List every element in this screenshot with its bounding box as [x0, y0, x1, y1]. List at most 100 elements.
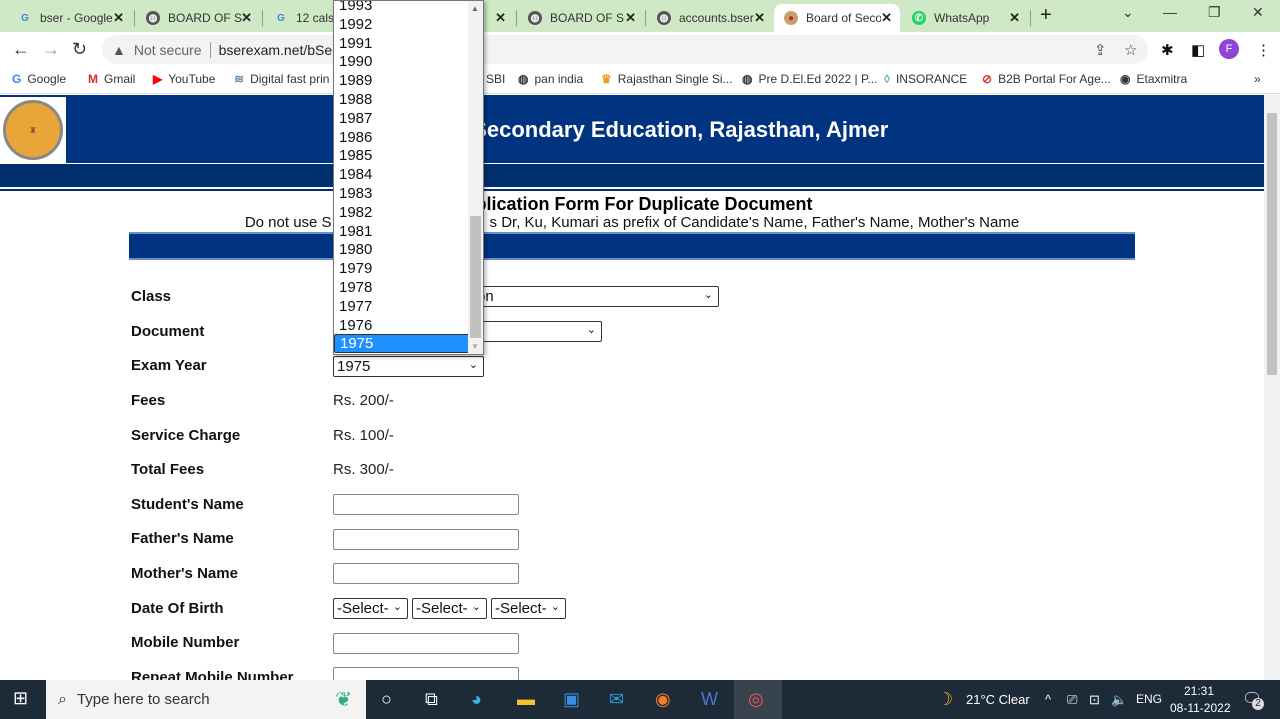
tab-board-of-se-1[interactable]: ◍ BOARD OF SE ✕ — [136, 4, 260, 32]
student-name-input[interactable] — [333, 494, 519, 515]
dob-year-select[interactable]: -Select- ⌄ — [491, 598, 566, 619]
close-tab-icon[interactable]: ✕ — [1009, 10, 1020, 26]
file-explorer-icon[interactable]: ▬ — [517, 689, 535, 710]
year-option-1986[interactable]: 1986 — [334, 128, 470, 147]
forward-icon[interactable]: → — [42, 39, 60, 60]
menu-icon[interactable]: ⋮ — [1256, 41, 1271, 59]
bookmark-youtube[interactable]: ▶ YouTube — [153, 72, 215, 86]
year-option-1993[interactable]: 1993 — [334, 1, 470, 15]
mother-name-input[interactable] — [333, 563, 519, 584]
profile-avatar[interactable]: F — [1219, 39, 1239, 59]
tab-board-of-se-2[interactable]: ◍ BOARD OF SE ✕ — [518, 4, 644, 32]
year-option-1985[interactable]: 1985 — [334, 146, 470, 165]
close-tab-icon[interactable]: ✕ — [881, 10, 892, 26]
year-option-1976[interactable]: 1976 — [334, 316, 470, 335]
close-tab-icon[interactable]: ✕ — [113, 10, 124, 26]
chevron-down-icon: ⌄ — [586, 324, 596, 336]
year-option-1979[interactable]: 1979 — [334, 259, 470, 278]
fees-label: Fees — [131, 392, 166, 409]
weather-icon: ☽ — [937, 689, 954, 709]
volume-icon[interactable]: 🔈 — [1111, 692, 1127, 708]
bookmark-pan-india[interactable]: ◍ pan india — [518, 72, 583, 86]
tab-board-of-secondary-active[interactable]: ● Board of Seco ✕ — [774, 4, 900, 32]
restore-button[interactable]: ❐ — [1208, 4, 1221, 21]
meet-icon[interactable]: ⎚ — [1067, 692, 1077, 708]
close-window-button[interactable]: ✕ — [1252, 4, 1264, 21]
year-option-1978[interactable]: 1978 — [334, 278, 470, 297]
close-tab-icon[interactable]: ✕ — [625, 10, 636, 26]
dropdown-scrollbar-thumb[interactable] — [470, 216, 481, 338]
total-fees-value: Rs. 300/- — [333, 461, 394, 478]
reload-icon[interactable]: ↻ — [72, 39, 87, 60]
tab-search-button[interactable]: ⌄ — [1122, 4, 1134, 21]
mail-icon[interactable]: ✉ — [609, 689, 624, 710]
year-option-1975[interactable]: 1975 — [334, 334, 470, 354]
dob-day-select[interactable]: -Select- ⌄ — [333, 598, 408, 619]
bookmark-pre-deled[interactable]: ◍ Pre D.El.Ed 2022 | P... — [742, 72, 877, 86]
word-icon[interactable]: W — [701, 689, 718, 710]
network-icon[interactable]: ⊡ — [1089, 692, 1100, 708]
taskbar-search[interactable]: ⌕ Type here to search ❦ — [46, 680, 366, 719]
dob-month-select[interactable]: -Select- ⌄ — [412, 598, 487, 619]
year-option-1989[interactable]: 1989 — [334, 71, 470, 90]
bookmark-b2b-portal[interactable]: ⊘ B2B Portal For Age... — [982, 72, 1111, 86]
b2b-icon: ⊘ — [982, 72, 993, 86]
exam-year-select[interactable]: 1975 ⌄ — [333, 356, 484, 377]
tab-accounts-bser[interactable]: ◍ accounts.bser ✕ — [647, 4, 773, 32]
address-bar[interactable]: ▲ Not secure bserexam.net/bSeRM — [102, 35, 1148, 64]
scroll-up-icon[interactable]: ▲ — [471, 4, 479, 13]
close-tab-icon[interactable]: ✕ — [754, 10, 765, 26]
year-option-1982[interactable]: 1982 — [334, 203, 470, 222]
tray-chevron-icon[interactable]: ^ — [1045, 692, 1051, 707]
cortana-icon[interactable]: ○ — [381, 689, 392, 710]
bookmark-star-icon[interactable]: ☆ — [1124, 41, 1137, 59]
scrollbar-thumb[interactable] — [1267, 113, 1277, 375]
year-option-1977[interactable]: 1977 — [334, 297, 470, 316]
minimize-button[interactable]: — — [1163, 4, 1177, 20]
task-view-icon[interactable]: ⧉ — [425, 689, 438, 710]
more-bookmarks-button[interactable]: » — [1254, 72, 1261, 86]
dropdown-scrollbar[interactable]: ▲ ▼ — [468, 1, 483, 354]
weather-text[interactable]: 21°C Clear — [966, 692, 1030, 707]
service-charge-label: Service Charge — [131, 427, 241, 444]
edge-icon[interactable]: ◕ — [471, 689, 482, 710]
globe-icon: ◍ — [528, 11, 542, 25]
year-option-1980[interactable]: 1980 — [334, 240, 470, 259]
extensions-icon[interactable]: ✱ — [1161, 41, 1174, 59]
bookmark-insorance[interactable]: ◊ INSORANCE — [884, 72, 967, 86]
year-option-1990[interactable]: 1990 — [334, 52, 470, 71]
year-option-1988[interactable]: 1988 — [334, 90, 470, 109]
year-option-1981[interactable]: 1981 — [334, 222, 470, 241]
year-option-1984[interactable]: 1984 — [334, 165, 470, 184]
page-scrollbar[interactable] — [1264, 95, 1280, 680]
bookmark-google[interactable]: G Google — [12, 72, 66, 86]
exam-year-dropdown-list[interactable]: 1993 1992 1991 1990 1989 1988 1987 1986 1985 1984… — [333, 0, 484, 355]
close-tab-icon[interactable]: ✕ — [241, 10, 252, 26]
windows-start-icon[interactable]: ⊞ — [13, 688, 28, 709]
back-icon[interactable]: ← — [12, 39, 30, 60]
repeat-mobile-input[interactable] — [333, 667, 519, 680]
store-icon[interactable]: ▣ — [563, 689, 580, 710]
bookmark-digital-fast[interactable]: ≋ Digital fast prin — [234, 72, 329, 86]
father-name-input[interactable] — [333, 529, 519, 550]
mobile-input[interactable] — [333, 633, 519, 654]
clock-time[interactable]: 21:31 — [1184, 684, 1214, 698]
firefox-icon[interactable]: ◉ — [655, 689, 671, 710]
bookmark-sbi[interactable]: SBI — [486, 72, 505, 86]
tab-whatsapp[interactable]: ✆ WhatsApp ✕ — [902, 4, 1028, 32]
share-icon[interactable]: ⇪ — [1094, 41, 1107, 59]
bookmark-rajasthan-single[interactable]: ♛ Rajasthan Single Si... — [601, 72, 733, 86]
new-tab-button[interactable]: + — [1040, 4, 1052, 27]
year-option-1987[interactable]: 1987 — [334, 109, 470, 128]
clock-date[interactable]: 08-11-2022 — [1170, 701, 1231, 715]
close-tab-icon[interactable]: ✕ — [495, 10, 506, 26]
year-option-1991[interactable]: 1991 — [334, 34, 470, 53]
scroll-down-icon[interactable]: ▼ — [471, 342, 479, 351]
language-indicator[interactable]: ENG — [1136, 692, 1162, 706]
side-panel-icon[interactable]: ◧ — [1191, 41, 1205, 59]
year-option-1992[interactable]: 1992 — [334, 15, 470, 34]
bookmark-gmail[interactable]: M Gmail — [88, 72, 135, 86]
tab-bser-google[interactable]: G bser - Google ✕ — [8, 4, 132, 32]
bookmark-etaxmitra[interactable]: ◉ Etaxmitra — [1120, 72, 1187, 86]
year-option-1983[interactable]: 1983 — [334, 184, 470, 203]
